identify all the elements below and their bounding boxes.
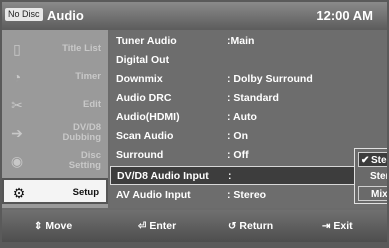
hint-enter: ⏎ Enter <box>138 219 176 234</box>
option-label: Stereo1 <box>371 155 387 166</box>
menu-row-dv-d8-audio-input[interactable]: DV/D8 Audio Input : <box>110 166 387 185</box>
row-label: DV/D8 Audio Input <box>117 170 209 182</box>
menu-row-digital-out[interactable]: Digital Out <box>110 51 387 70</box>
row-value: : Stereo <box>227 189 267 201</box>
checkmark-icon: ✔ <box>361 155 370 166</box>
exit-icon: ⇥ <box>322 221 331 232</box>
option-mix[interactable]: Mix <box>358 186 387 201</box>
hint-return: ↺ Return <box>228 219 273 234</box>
row-label: Digital Out <box>116 54 170 66</box>
page-title: Audio <box>47 8 84 23</box>
hint-return-label: Return <box>239 220 274 232</box>
menu-row-surround[interactable]: Surround : Off <box>110 146 387 165</box>
sidebar-item-dubbing[interactable]: ➔ DV/D8 Dubbing <box>2 120 108 146</box>
row-value: : Auto <box>227 111 257 123</box>
clock: 12:00 AM <box>316 8 373 23</box>
row-label: Surround <box>116 149 164 161</box>
row-label: Audio DRC <box>116 92 172 104</box>
hint-enter-label: Enter <box>149 220 177 232</box>
sidebar-item-label: Timer <box>75 71 101 82</box>
sidebar-item-title-list[interactable]: ▯ Title List <box>2 36 108 62</box>
sidebar-item-label: DV/D8 Dubbing <box>62 122 101 143</box>
row-value: : Standard <box>227 92 279 104</box>
audio-settings-menu: Tuner Audio :Main Digital Out Downmix : … <box>110 30 387 208</box>
row-label: AV Audio Input <box>116 189 191 201</box>
hint-exit: ⇥ Exit <box>322 219 353 234</box>
row-label: Audio(HDMI) <box>116 111 180 123</box>
row-value: : On <box>227 130 248 142</box>
row-label: Downmix <box>116 73 163 85</box>
sidebar-item-disc-setting[interactable]: ◉ Disc Setting <box>2 148 108 174</box>
enter-icon: ⏎ <box>138 221 147 232</box>
row-value: : Dolby Surround <box>227 73 313 85</box>
row-value: :Main <box>227 35 255 47</box>
hint-exit-label: Exit <box>333 220 353 232</box>
scissors-icon: ✂ <box>11 97 23 113</box>
menu-row-audio-hdmi[interactable]: Audio(HDMI) : Auto <box>110 108 387 127</box>
return-icon: ↺ <box>228 221 237 232</box>
film-icon: ▯ <box>13 41 21 57</box>
option-stereo2[interactable]: Stereo2 <box>358 169 387 184</box>
sidebar-item-timer[interactable]: ◔ Timer <box>2 64 108 90</box>
row-label: Scan Audio <box>116 130 174 142</box>
footer-hints: ⇕ Move ⏎ Enter ↺ Return ⇥ Exit <box>2 210 387 242</box>
sidebar-item-label: Title List <box>62 43 101 54</box>
menu-row-scan-audio[interactable]: Scan Audio : On <box>110 127 387 146</box>
sidebar-item-label: Edit <box>83 99 101 110</box>
menu-row-tuner-audio[interactable]: Tuner Audio :Main <box>110 32 387 51</box>
sidebar-item-label: Disc Setting <box>68 150 101 171</box>
disc-setting-icon: ◉ <box>10 153 24 169</box>
row-label: Tuner Audio <box>116 35 177 47</box>
audio-setup-screen: No Disc Audio 12:00 AM ▯ Title List ◔ Ti… <box>2 2 387 242</box>
menu-row-downmix[interactable]: Downmix : Dolby Surround <box>110 70 387 89</box>
row-value: : <box>228 170 232 182</box>
menu-row-av-audio-input[interactable]: AV Audio Input : Stereo <box>110 186 387 205</box>
clock-icon: ◔ <box>12 69 22 85</box>
sidebar-item-label: Setup <box>72 187 99 198</box>
dubbing-icon: ➔ <box>11 125 23 141</box>
gear-icon: ⚙ <box>12 185 26 201</box>
option-label: Stereo2 <box>370 171 387 182</box>
row-value: : Off <box>227 149 249 161</box>
sidebar-item-edit[interactable]: ✂ Edit <box>2 92 108 118</box>
hint-move: ⇕ Move <box>34 219 72 234</box>
sidebar-item-setup[interactable]: ⚙ Setup <box>2 178 108 204</box>
audio-input-dropdown: ✔ Stereo1 Stereo2 Mix <box>354 148 387 204</box>
option-stereo1[interactable]: ✔ Stereo1 <box>358 152 387 167</box>
option-label: Mix <box>371 189 387 200</box>
title-bar: No Disc Audio 12:00 AM <box>2 2 387 30</box>
hint-move-label: Move <box>45 220 73 232</box>
disc-status-badge: No Disc <box>5 8 43 21</box>
sidebar: ▯ Title List ◔ Timer ✂ Edit ➔ DV/D8 Dubb… <box>2 30 108 208</box>
menu-row-audio-drc[interactable]: Audio DRC : Standard <box>110 89 387 108</box>
up-down-arrow-icon: ⇕ <box>34 221 43 232</box>
